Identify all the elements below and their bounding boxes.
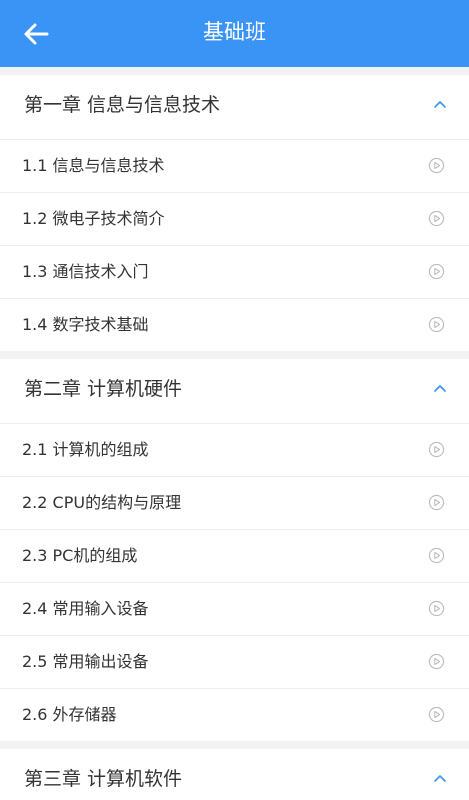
lesson-item[interactable]: 2.3 PC机的组成 xyxy=(0,530,469,583)
lesson-title: 2.6 外存储器 xyxy=(22,705,117,724)
lesson-title: 2.4 常用输入设备 xyxy=(22,599,149,618)
play-circle-icon[interactable] xyxy=(428,441,445,458)
lesson-title: 2.5 常用输出设备 xyxy=(22,652,149,671)
lesson-item[interactable]: 2.4 常用输入设备 xyxy=(0,583,469,636)
lesson-title: 1.4 数字技术基础 xyxy=(22,315,149,334)
chapter-section: 第一章 信息与信息技术 1.1 信息与信息技术 1.2 微电子技术简介 1.3 通信技… xyxy=(0,75,469,351)
back-button[interactable] xyxy=(14,14,58,54)
lesson-item[interactable]: 1.3 通信技术入门 xyxy=(0,246,469,299)
chevron-up-icon[interactable] xyxy=(433,383,447,393)
app-screen: 基础班 第一章 信息与信息技术 1.1 信息与信息技术 1.2 微电子技术简介 1.3… xyxy=(0,0,469,800)
page-title: 基础班 xyxy=(203,20,266,44)
lesson-item[interactable]: 1.1 信息与信息技术 xyxy=(0,140,469,193)
play-circle-icon[interactable] xyxy=(428,494,445,511)
chapter-title: 第二章 计算机硬件 xyxy=(24,378,183,400)
play-circle-icon[interactable] xyxy=(428,547,445,564)
lesson-title: 2.2 CPU的结构与原理 xyxy=(22,493,182,512)
play-circle-icon[interactable] xyxy=(428,600,445,617)
lesson-title: 1.2 微电子技术简介 xyxy=(22,209,165,228)
play-circle-icon[interactable] xyxy=(428,706,445,723)
arrow-left-icon xyxy=(24,23,49,45)
lesson-item[interactable]: 2.2 CPU的结构与原理 xyxy=(0,477,469,530)
lesson-item[interactable]: 1.4 数字技术基础 xyxy=(0,299,469,351)
chapter-header[interactable]: 第三章 计算机软件 xyxy=(0,749,469,800)
lesson-title: 1.3 通信技术入门 xyxy=(22,262,149,281)
chevron-up-icon[interactable] xyxy=(433,99,447,109)
lesson-item[interactable]: 2.5 常用输出设备 xyxy=(0,636,469,689)
lesson-title: 2.1 计算机的组成 xyxy=(22,440,149,459)
chapter-section: 第二章 计算机硬件 2.1 计算机的组成 2.2 CPU的结构与原理 2.3 PC机的… xyxy=(0,359,469,741)
lesson-title: 2.3 PC机的组成 xyxy=(22,546,138,565)
play-circle-icon[interactable] xyxy=(428,210,445,227)
play-circle-icon[interactable] xyxy=(428,316,445,333)
chapter-title: 第三章 计算机软件 xyxy=(24,768,183,790)
lesson-item[interactable]: 2.6 外存储器 xyxy=(0,689,469,741)
top-bar: 基础班 xyxy=(0,0,469,67)
chapter-header[interactable]: 第一章 信息与信息技术 xyxy=(0,75,469,140)
play-circle-icon[interactable] xyxy=(428,653,445,670)
play-circle-icon[interactable] xyxy=(428,263,445,280)
lesson-item[interactable]: 2.1 计算机的组成 xyxy=(0,424,469,477)
play-circle-icon[interactable] xyxy=(428,157,445,174)
chapter-section: 第三章 计算机软件 xyxy=(0,749,469,800)
chevron-up-icon[interactable] xyxy=(433,773,447,783)
lesson-item[interactable]: 1.2 微电子技术简介 xyxy=(0,193,469,246)
chapter-title: 第一章 信息与信息技术 xyxy=(24,94,221,116)
lesson-title: 1.1 信息与信息技术 xyxy=(22,156,165,175)
chapter-header[interactable]: 第二章 计算机硬件 xyxy=(0,359,469,424)
chapter-list: 第一章 信息与信息技术 1.1 信息与信息技术 1.2 微电子技术简介 1.3 通信技… xyxy=(0,75,469,800)
